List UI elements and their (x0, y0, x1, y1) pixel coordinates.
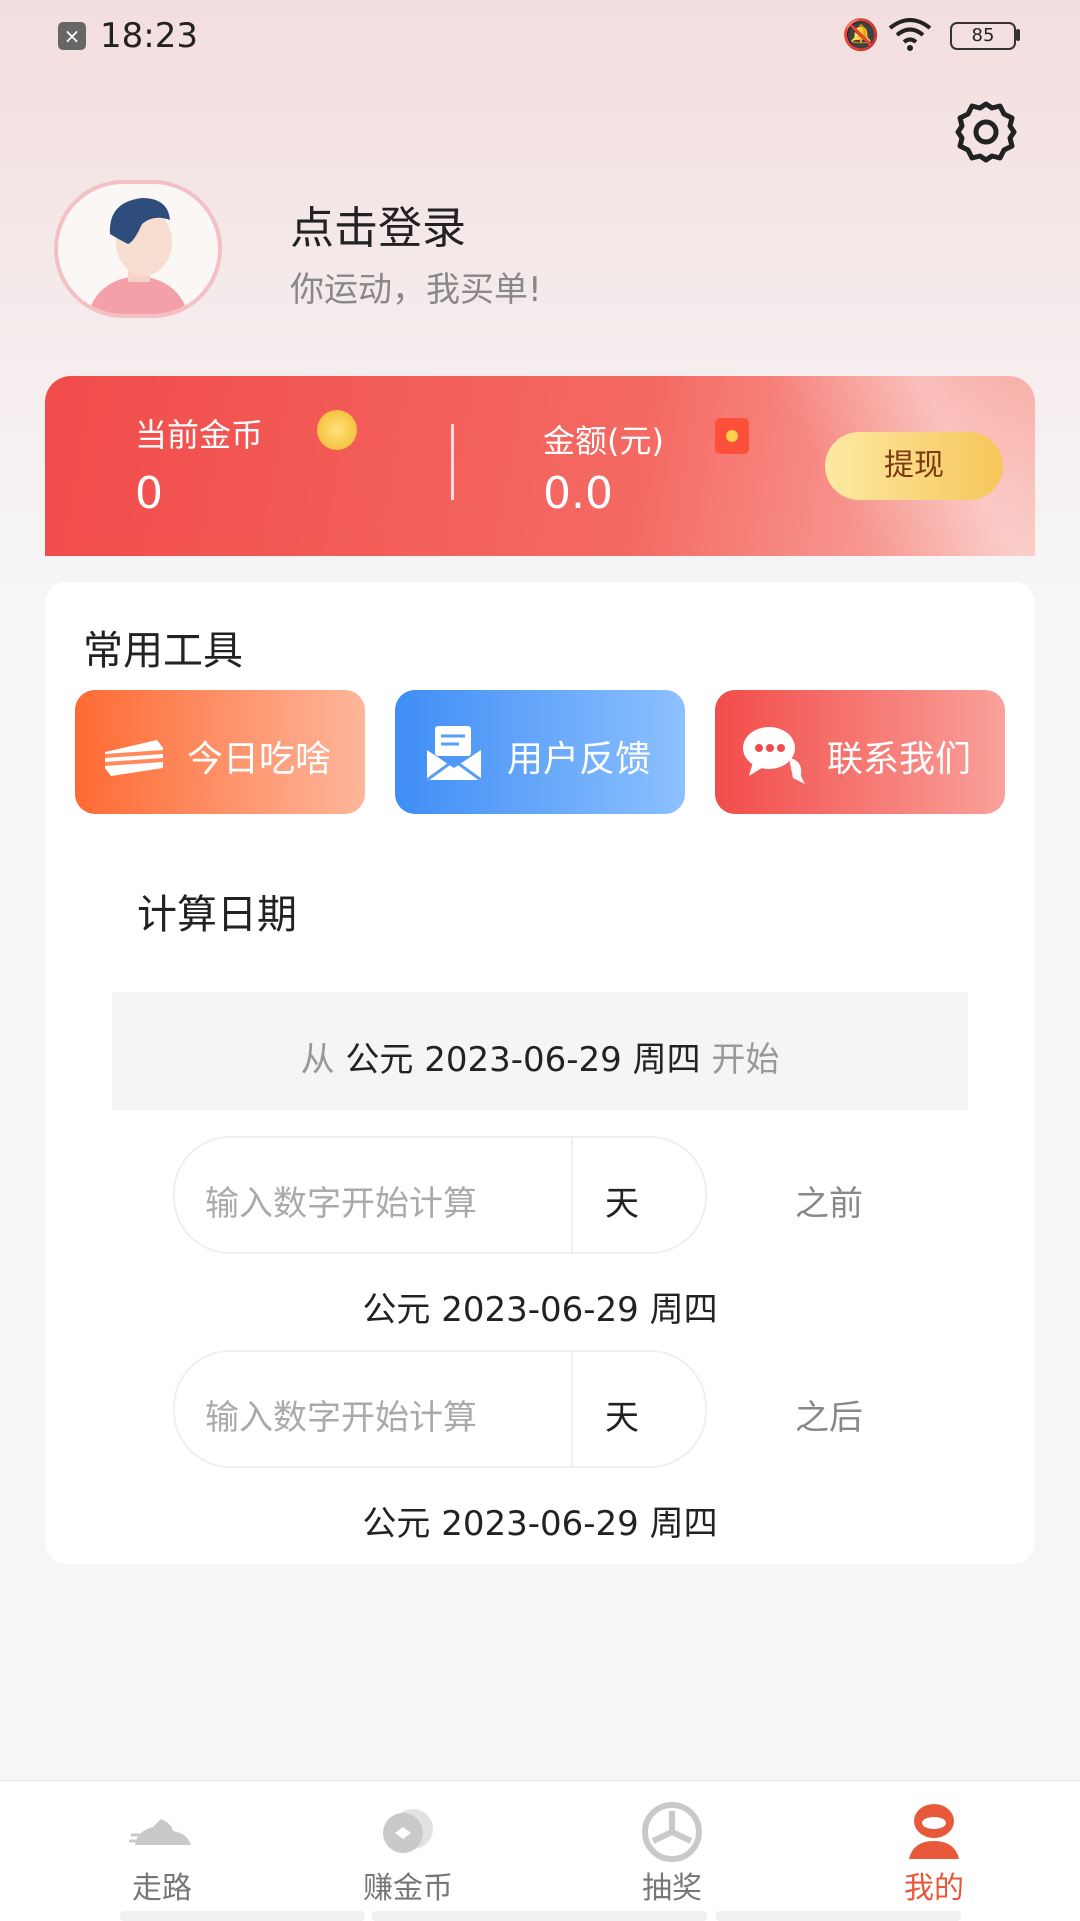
days-before-placeholder: 输入数字开始计算 (205, 1184, 477, 1224)
tool-label: 联系我们 (827, 739, 972, 780)
avatar[interactable] (54, 180, 222, 318)
before-result-date: 公元 2023-06-29 周四 (362, 1290, 718, 1330)
chat-bubble-icon (743, 727, 805, 784)
tools-title: 常用工具 (83, 628, 243, 674)
coin-icon (383, 1809, 433, 1853)
tool-label: 用户反馈 (507, 739, 652, 780)
start-date-row: 从 公元 2023-06-29 周四 开始 (112, 1032, 968, 1081)
tools-panel: 常用工具 今日吃啥 用户反馈 联系我们 计算日期 从 公元 2023-06-29… (45, 582, 1035, 1564)
wifi-icon (888, 18, 932, 51)
running-shoe-icon (129, 1819, 191, 1845)
amount-label: 金额(元) (543, 422, 664, 460)
tool-contact-us-button[interactable]: 联系我们 (715, 690, 1005, 814)
bottom-nav: 走路 赚金币 抽奖 我的 (0, 1780, 1080, 1921)
days-unit: 天 (605, 1398, 639, 1438)
wallet-card: 当前金币 0 金额(元) 0.0 提现 (45, 376, 1035, 556)
from-suffix: 开始 (711, 1040, 780, 1080)
days-before-input[interactable]: 输入数字开始计算 天 (173, 1136, 707, 1254)
wallet-divider (451, 424, 454, 500)
coins-label: 当前金币 (135, 416, 264, 454)
login-title[interactable]: 点击登录 (290, 192, 466, 256)
cake-icon (104, 740, 164, 776)
tool-what-to-eat-button[interactable]: 今日吃啥 (75, 690, 365, 814)
user-avatar-icon (88, 198, 188, 314)
after-label: 之后 (795, 1398, 863, 1438)
lottery-wheel-icon (642, 1802, 702, 1862)
start-date-selector[interactable]: 从 公元 2023-06-29 周四 开始 (112, 992, 968, 1110)
gold-coin-icon (317, 410, 357, 450)
settings-gear-icon[interactable] (952, 98, 1020, 166)
tool-feedback-button[interactable]: 用户反馈 (395, 690, 685, 814)
battery-icon: 85 (950, 22, 1016, 50)
nav-mine-tab[interactable]: 我的 (834, 1781, 1034, 1921)
notification-close-icon: × (58, 22, 86, 50)
status-time: 18:23 (100, 16, 198, 56)
days-unit: 天 (605, 1184, 639, 1224)
nav-label: 我的 (904, 1871, 964, 1906)
input-separator (571, 1352, 573, 1466)
mute-bell-icon: 🔕 (842, 18, 880, 53)
days-after-input[interactable]: 输入数字开始计算 天 (173, 1350, 707, 1468)
login-subtitle: 你运动，我买单! (290, 270, 542, 310)
nav-lottery-tab[interactable]: 抽奖 (572, 1781, 772, 1921)
tool-label: 今日吃啥 (187, 739, 332, 780)
nav-label: 赚金币 (363, 1871, 453, 1906)
nav-earn-coins-tab[interactable]: 赚金币 (308, 1781, 508, 1921)
start-date-value: 公元 2023-06-29 周四 (345, 1040, 701, 1080)
battery-tip (1016, 29, 1020, 41)
profile-icon (909, 1804, 959, 1859)
status-bar: × 18:23 🔕 85 (0, 0, 1080, 70)
nav-label: 抽奖 (642, 1871, 702, 1906)
nav-walk-tab[interactable]: 走路 (62, 1781, 262, 1921)
feedback-envelope-icon (426, 726, 482, 782)
days-after-placeholder: 输入数字开始计算 (205, 1398, 477, 1438)
after-result-date: 公元 2023-06-29 周四 (362, 1504, 718, 1544)
date-calc-title: 计算日期 (137, 892, 297, 938)
from-prefix: 从 (300, 1040, 335, 1080)
coins-value: 0 (135, 468, 163, 519)
withdraw-button[interactable]: 提现 (825, 432, 1003, 500)
red-envelope-icon (715, 418, 749, 454)
amount-value: 0.0 (543, 468, 613, 519)
input-separator (571, 1138, 573, 1252)
before-label: 之前 (795, 1184, 863, 1224)
nav-label: 走路 (132, 1871, 192, 1906)
